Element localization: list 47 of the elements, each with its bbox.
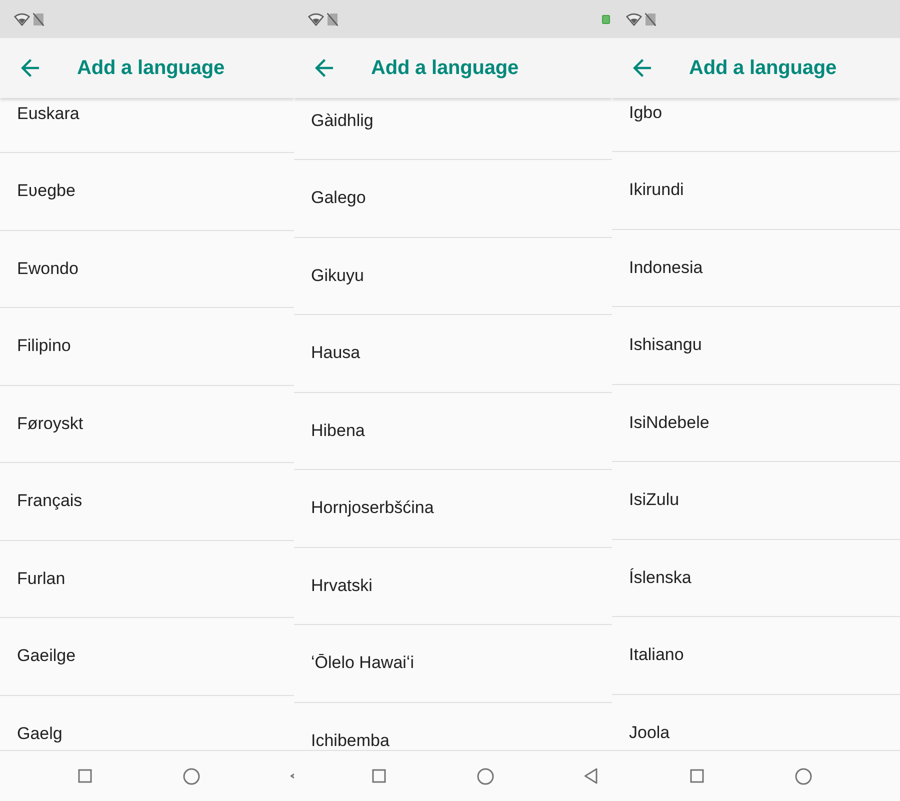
back-arrow-icon[interactable] bbox=[315, 59, 333, 77]
language-item[interactable]: Hibena bbox=[311, 420, 365, 441]
no-sim-icon bbox=[645, 12, 656, 26]
square-icon[interactable] bbox=[690, 769, 704, 783]
language-item[interactable]: Ishisangu bbox=[629, 335, 702, 356]
no-sim-icon bbox=[33, 12, 44, 26]
language-item[interactable]: Gaeilge bbox=[17, 646, 76, 666]
language-item[interactable]: Hrvatski bbox=[311, 576, 372, 596]
no-sim-icon bbox=[327, 12, 338, 26]
language-item[interactable]: Hausa bbox=[311, 343, 360, 364]
language-item[interactable]: Føroyskt bbox=[17, 414, 84, 434]
wifi-icon bbox=[308, 12, 324, 26]
language-item[interactable]: Français bbox=[17, 491, 82, 512]
toolbar-title: Add a language bbox=[371, 56, 519, 80]
language-item[interactable]: Eʋegbe bbox=[17, 181, 76, 202]
language-item[interactable]: Íslenska bbox=[629, 568, 692, 588]
language-item[interactable]: Euskara bbox=[17, 104, 80, 124]
circle-icon[interactable] bbox=[476, 768, 494, 784]
square-icon[interactable] bbox=[372, 769, 386, 783]
language-item[interactable]: Joola bbox=[629, 722, 670, 743]
square-icon[interactable] bbox=[78, 769, 92, 783]
language-item[interactable]: Hornjoserbšćina bbox=[311, 498, 434, 518]
language-item[interactable]: Gaelg bbox=[17, 724, 62, 744]
language-item[interactable]: Gikuyu bbox=[311, 266, 364, 286]
wifi-icon bbox=[14, 12, 30, 26]
circle-icon[interactable] bbox=[794, 768, 812, 784]
battery-icon bbox=[602, 14, 610, 24]
back-arrow-icon[interactable] bbox=[633, 59, 651, 77]
language-item[interactable]: Filipino bbox=[17, 336, 71, 356]
wifi-icon bbox=[626, 12, 642, 26]
language-item[interactable]: ʻŌlelo Hawaiʻi bbox=[311, 653, 414, 674]
language-item[interactable]: Galego bbox=[311, 188, 366, 208]
language-item[interactable]: Igbo bbox=[629, 102, 662, 123]
language-item[interactable]: Indonesia bbox=[629, 258, 703, 278]
language-item[interactable]: Furlan bbox=[17, 568, 66, 589]
language-item[interactable]: Italiano bbox=[629, 645, 684, 666]
language-item[interactable]: Ewondo bbox=[17, 258, 78, 279]
language-item[interactable]: IsiZulu bbox=[629, 490, 680, 510]
back-arrow-icon[interactable] bbox=[21, 59, 39, 77]
language-item[interactable]: IsiNdebele bbox=[629, 412, 710, 433]
circle-icon[interactable] bbox=[182, 768, 200, 784]
language-item[interactable]: Gàidhlig bbox=[311, 110, 374, 131]
toolbar-title: Add a language bbox=[77, 56, 225, 80]
back-triangle-icon[interactable] bbox=[584, 768, 598, 784]
language-item[interactable]: Ichibemba bbox=[311, 730, 390, 750]
language-item[interactable]: Ikirundi bbox=[629, 180, 684, 200]
toolbar-title: Add a language bbox=[689, 56, 837, 80]
